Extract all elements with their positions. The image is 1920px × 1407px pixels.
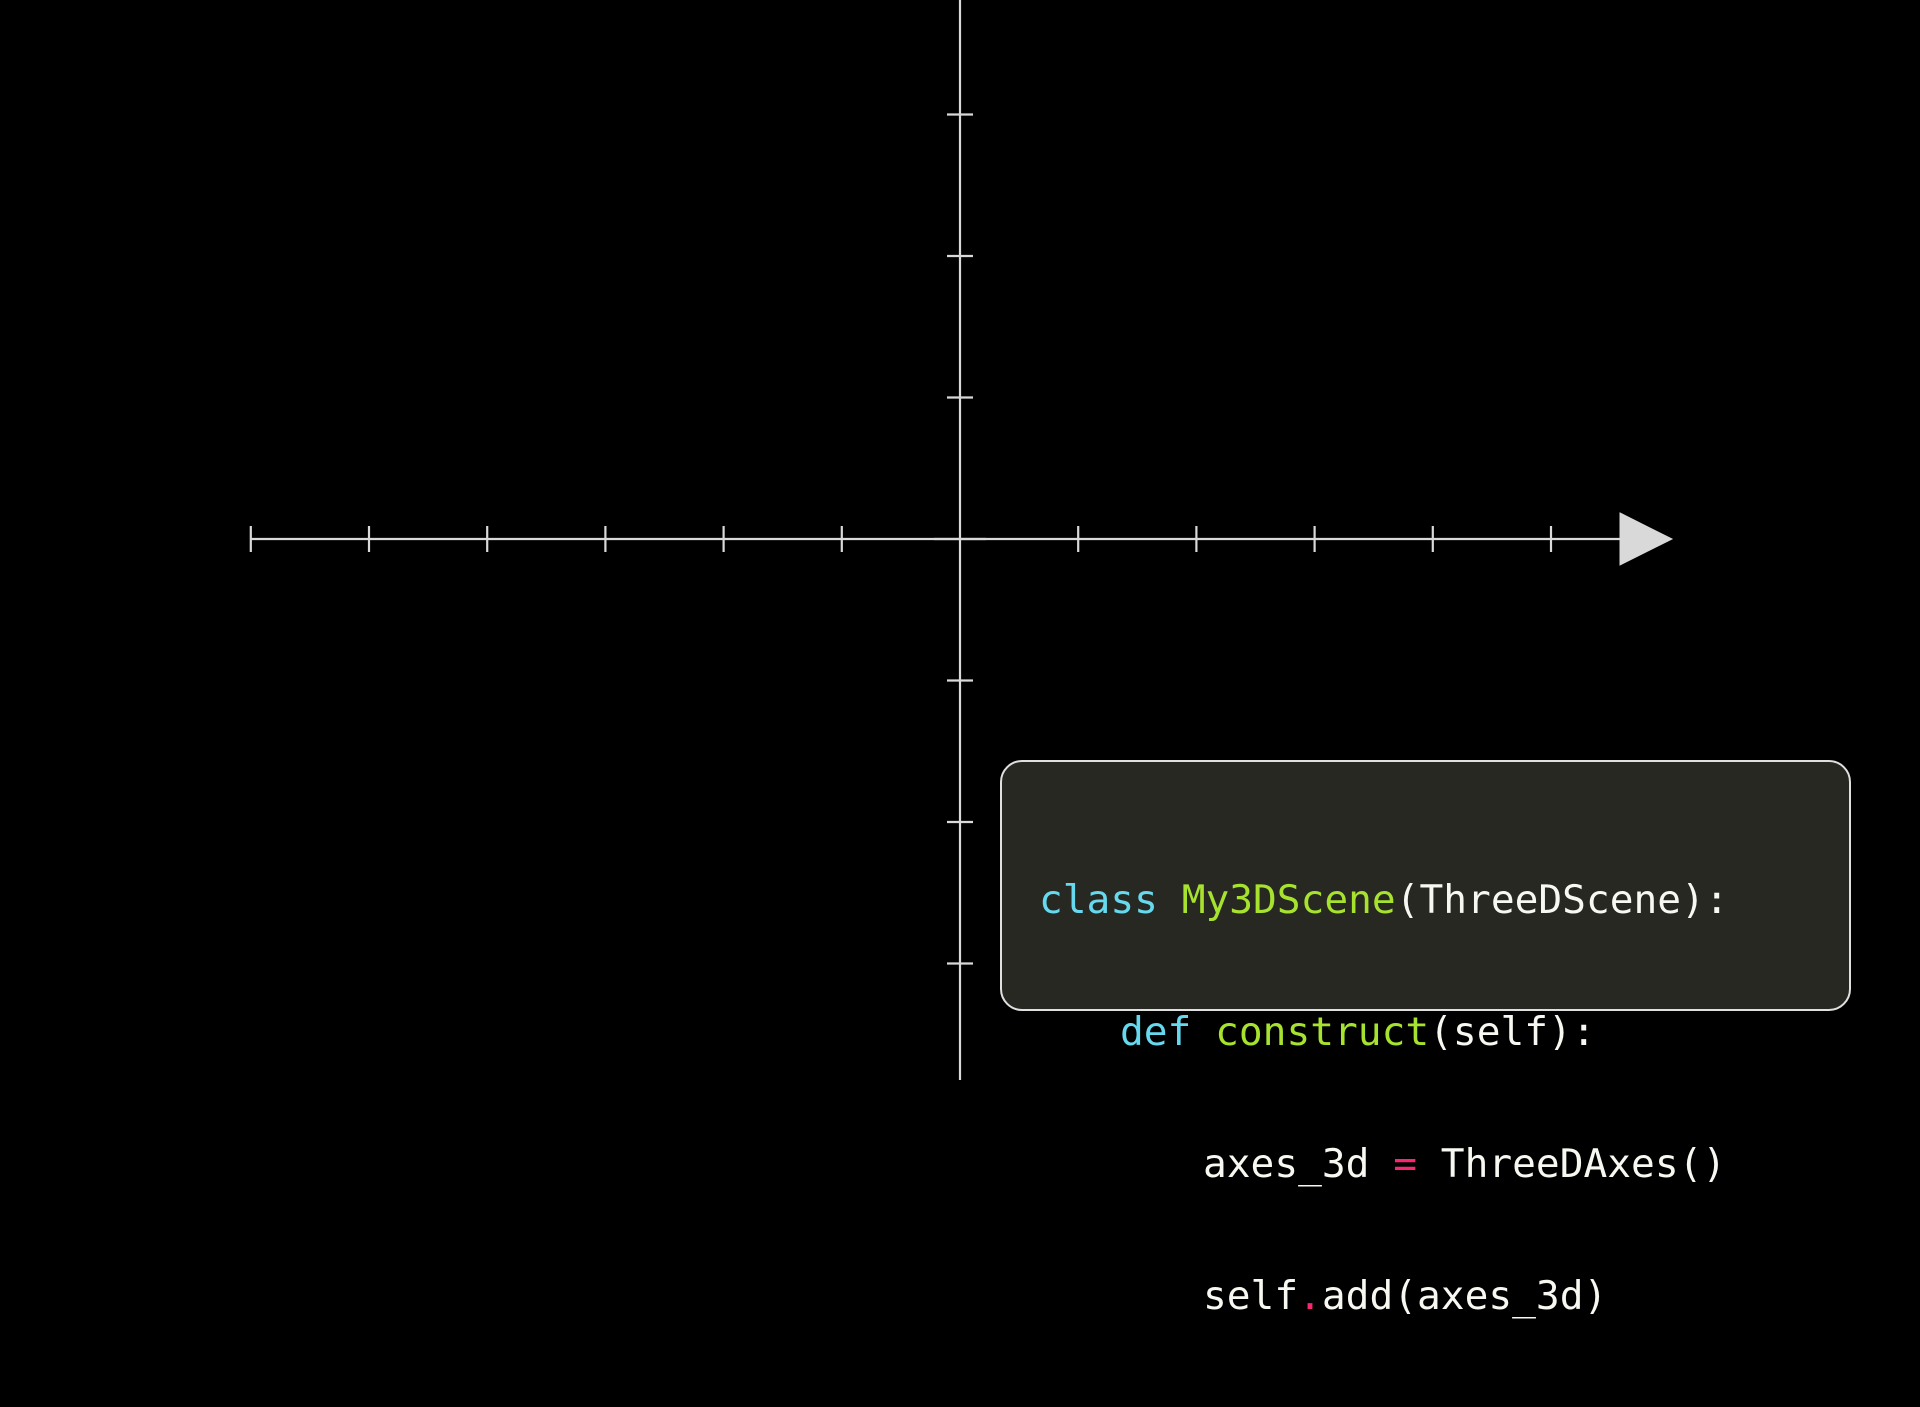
code-text: ThreeDAxes() bbox=[1417, 1141, 1727, 1187]
code-keyword: def bbox=[1120, 1009, 1192, 1055]
code-line-1: class My3DScene(ThreeDScene): bbox=[1039, 878, 1849, 922]
code-panel: class My3DScene(ThreeDScene): def constr… bbox=[1000, 760, 1851, 1318]
code-operator: . bbox=[1298, 1273, 1322, 1319]
animation-canvas: class My3DScene(ThreeDScene): def constr… bbox=[0, 0, 1920, 1318]
code-function-name: construct bbox=[1215, 1009, 1430, 1055]
code-text: add(axes_3d) bbox=[1321, 1273, 1608, 1319]
x-axis-arrow-icon bbox=[1619, 512, 1674, 566]
code-text: self bbox=[1203, 1273, 1299, 1319]
code-text: axes_3d bbox=[1203, 1141, 1394, 1187]
code-text: (ThreeDScene): bbox=[1395, 877, 1729, 923]
code-line-3: axes_3d = ThreeDAxes() bbox=[1039, 1142, 1849, 1186]
code-class-name: My3DScene bbox=[1181, 877, 1396, 923]
code-line-4: self.add(axes_3d) bbox=[1039, 1274, 1849, 1318]
code-operator: = bbox=[1393, 1141, 1418, 1187]
code-keyword: class bbox=[1039, 877, 1158, 923]
code-line-2: def construct(self): bbox=[1039, 1010, 1849, 1054]
code-text: (self): bbox=[1429, 1009, 1596, 1055]
